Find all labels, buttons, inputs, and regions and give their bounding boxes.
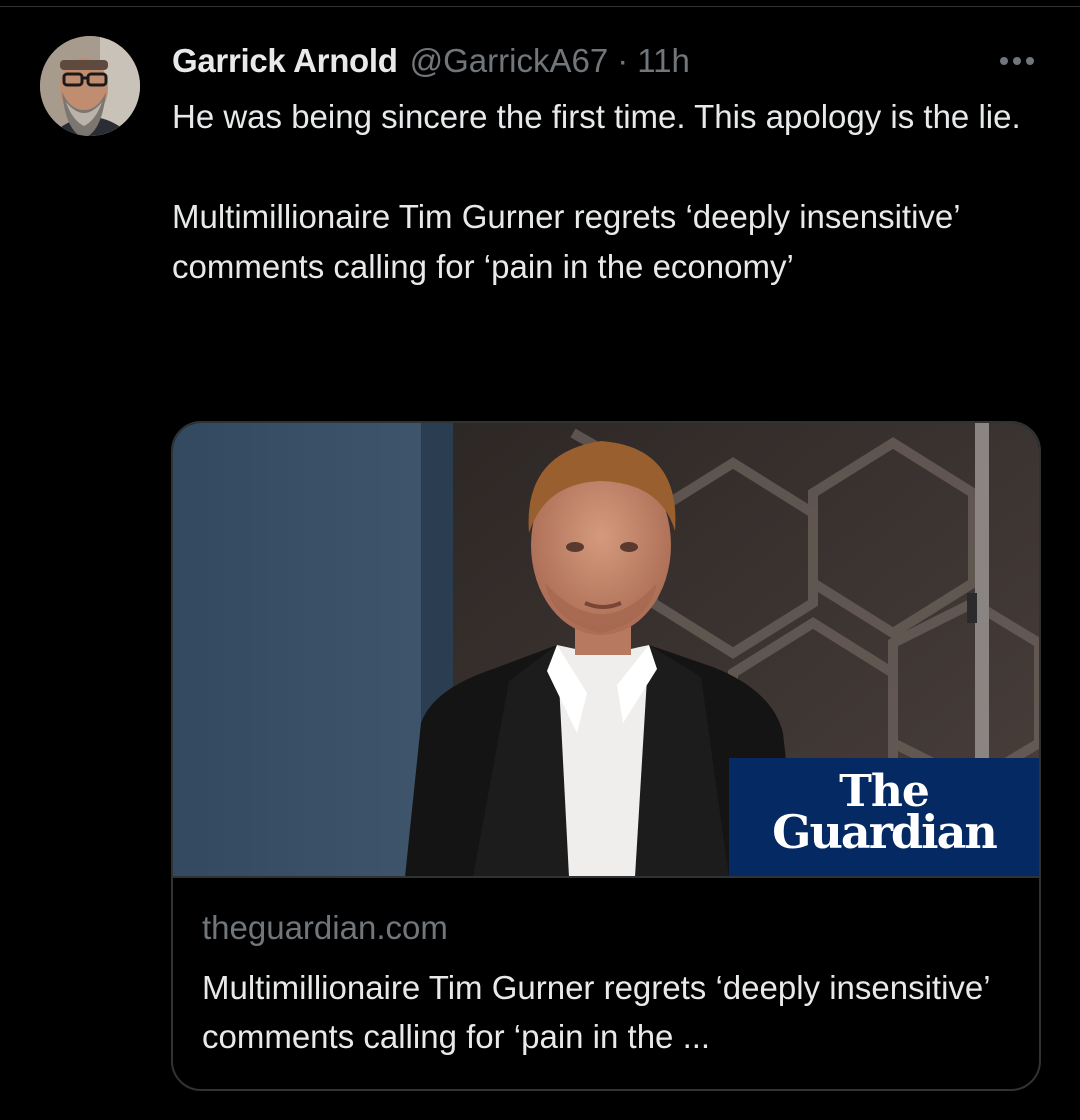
card-image[interactable]: The Guardian (173, 423, 1039, 877)
guardian-logo: The Guardian (729, 758, 1039, 877)
card-domain: theguardian.com (202, 909, 448, 946)
guardian-logo-line-2: Guardian (772, 805, 998, 859)
top-divider (0, 6, 1080, 7)
tweet-text-paragraph: Multimillionaire Tim Gurner regrets ‘dee… (172, 198, 960, 285)
tweet-header: Garrick Arnold @GarrickA67 · 11h (172, 38, 690, 84)
avatar-image (40, 36, 140, 136)
more-button[interactable] (992, 46, 1042, 76)
tweet-text-paragraph: He was being sincere the first time. Thi… (172, 98, 1021, 135)
link-preview-card[interactable]: The Guardian theguardian.com Multimillio… (171, 421, 1041, 1091)
avatar[interactable] (40, 36, 140, 136)
separator-dot: · (617, 42, 629, 79)
tweet-text: He was being sincere the first time. Thi… (172, 92, 1032, 292)
tweet-timestamp[interactable]: 11h (637, 42, 690, 80)
author-display-name[interactable]: Garrick Arnold (172, 42, 398, 80)
author-handle[interactable]: @GarrickA67 (410, 42, 609, 80)
card-divider (173, 876, 1039, 878)
more-horizontal-icon (1000, 57, 1034, 65)
card-title: Multimillionaire Tim Gurner regrets ‘dee… (202, 969, 990, 1055)
